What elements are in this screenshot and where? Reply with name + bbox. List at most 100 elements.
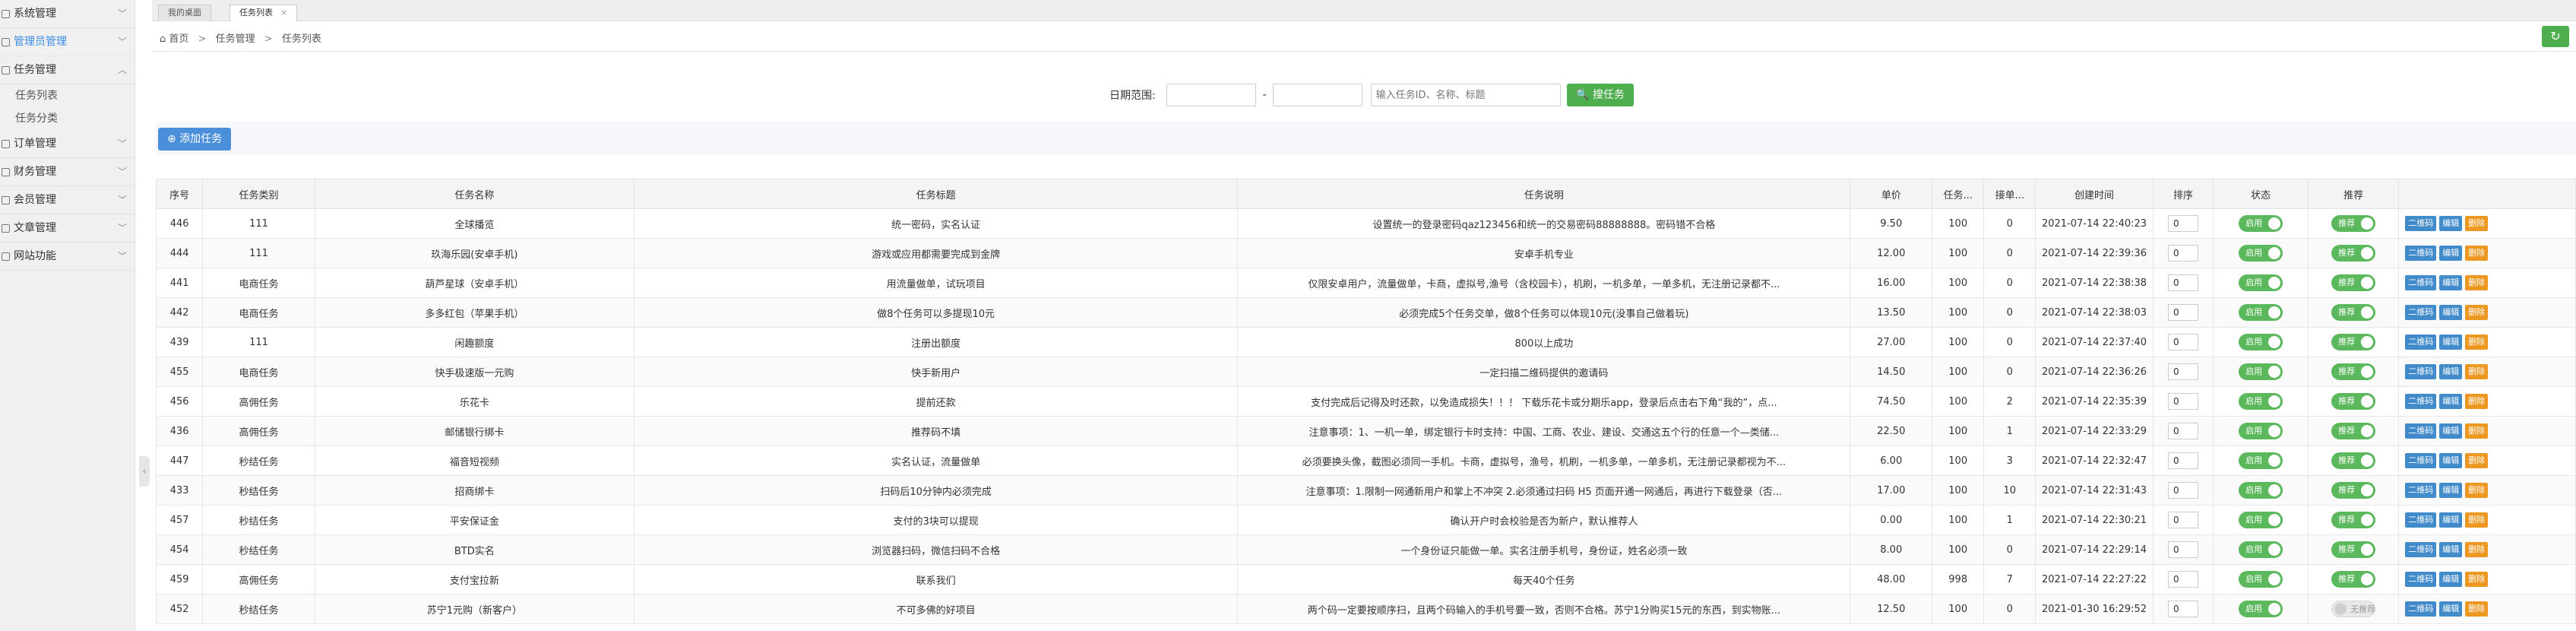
- edit-button[interactable]: 编辑: [2439, 305, 2463, 320]
- sort-input[interactable]: 0: [2167, 482, 2198, 499]
- status-toggle[interactable]: 启用: [2239, 393, 2283, 410]
- recommend-toggle[interactable]: 推荐: [2331, 452, 2376, 469]
- delete-button[interactable]: 删除: [2465, 394, 2489, 409]
- status-toggle[interactable]: 启用: [2239, 215, 2283, 232]
- recommend-toggle[interactable]: 推荐: [2331, 274, 2376, 291]
- recommend-toggle[interactable]: 推荐: [2331, 245, 2376, 262]
- recommend-toggle[interactable]: 推荐: [2331, 393, 2376, 410]
- sort-input[interactable]: 0: [2167, 512, 2198, 528]
- breadcrumb-level1[interactable]: 任务管理: [216, 33, 255, 45]
- qrcode-button[interactable]: 二维码: [2405, 483, 2437, 498]
- sort-input[interactable]: 0: [2167, 571, 2198, 588]
- recommend-toggle[interactable]: 推荐: [2331, 423, 2376, 439]
- status-toggle[interactable]: 启用: [2239, 245, 2283, 262]
- add-task-button[interactable]: ⊕ 添加任务: [158, 128, 232, 151]
- status-toggle[interactable]: 启用: [2239, 363, 2283, 380]
- edit-button[interactable]: 编辑: [2439, 572, 2463, 587]
- delete-button[interactable]: 删除: [2465, 572, 2489, 587]
- sort-input[interactable]: 0: [2167, 541, 2198, 558]
- sidebar-item[interactable]: 财务管理 ﹀: [0, 158, 134, 186]
- edit-button[interactable]: 编辑: [2439, 216, 2463, 231]
- qrcode-button[interactable]: 二维码: [2405, 512, 2437, 528]
- sidebar-item[interactable]: 管理员管理 ﹀: [0, 28, 134, 56]
- edit-button[interactable]: 编辑: [2439, 512, 2463, 528]
- delete-button[interactable]: 删除: [2465, 483, 2489, 498]
- date-start-input[interactable]: [1166, 84, 1257, 106]
- refresh-button[interactable]: ↻: [2542, 26, 2569, 47]
- status-toggle[interactable]: 启用: [2239, 601, 2283, 617]
- status-toggle[interactable]: 启用: [2239, 541, 2283, 558]
- sort-input[interactable]: 0: [2167, 304, 2198, 321]
- recommend-toggle[interactable]: 推荐: [2331, 571, 2376, 588]
- qrcode-button[interactable]: 二维码: [2405, 542, 2437, 557]
- sidebar-subitem[interactable]: 任务列表: [0, 84, 134, 107]
- delete-button[interactable]: 删除: [2465, 364, 2489, 379]
- edit-button[interactable]: 编辑: [2439, 453, 2463, 468]
- status-toggle[interactable]: 启用: [2239, 423, 2283, 439]
- status-toggle[interactable]: 启用: [2239, 334, 2283, 350]
- status-toggle[interactable]: 启用: [2239, 571, 2283, 588]
- sidebar-item[interactable]: 文章管理 ﹀: [0, 214, 134, 243]
- qrcode-button[interactable]: 二维码: [2405, 246, 2437, 261]
- sort-input[interactable]: 0: [2167, 393, 2198, 410]
- delete-button[interactable]: 删除: [2465, 542, 2489, 557]
- recommend-toggle[interactable]: 推荐: [2331, 482, 2376, 499]
- breadcrumb-home[interactable]: 首页: [169, 33, 188, 45]
- sidebar-item[interactable]: 订单管理 ﹀: [0, 130, 134, 158]
- sort-input[interactable]: 0: [2167, 245, 2198, 262]
- status-toggle[interactable]: 启用: [2239, 482, 2283, 499]
- sort-input[interactable]: 0: [2167, 363, 2198, 380]
- recommend-toggle[interactable]: 推荐: [2331, 512, 2376, 528]
- qrcode-button[interactable]: 二维码: [2405, 335, 2437, 350]
- search-input[interactable]: [1370, 84, 1561, 106]
- status-toggle[interactable]: 启用: [2239, 452, 2283, 469]
- sidebar-item[interactable]: 任务管理 ︿: [0, 56, 134, 84]
- sidebar-item[interactable]: 网站功能 ﹀: [0, 243, 134, 271]
- tab-desktop[interactable]: 我的桌面: [158, 5, 211, 21]
- edit-button[interactable]: 编辑: [2439, 483, 2463, 498]
- qrcode-button[interactable]: 二维码: [2405, 453, 2437, 468]
- status-toggle[interactable]: 启用: [2239, 512, 2283, 528]
- close-icon[interactable]: ×: [280, 8, 287, 17]
- delete-button[interactable]: 删除: [2465, 453, 2489, 468]
- edit-button[interactable]: 编辑: [2439, 423, 2463, 439]
- edit-button[interactable]: 编辑: [2439, 542, 2463, 557]
- sort-input[interactable]: 0: [2167, 452, 2198, 469]
- sort-input[interactable]: 0: [2167, 274, 2198, 291]
- recommend-toggle[interactable]: 推荐: [2331, 215, 2376, 232]
- qrcode-button[interactable]: 二维码: [2405, 275, 2437, 290]
- qrcode-button[interactable]: 二维码: [2405, 305, 2437, 320]
- date-end-input[interactable]: [1273, 84, 1363, 106]
- qrcode-button[interactable]: 二维码: [2405, 423, 2437, 439]
- edit-button[interactable]: 编辑: [2439, 275, 2463, 290]
- recommend-toggle[interactable]: 推荐: [2331, 334, 2376, 350]
- tab-task-list[interactable]: 任务列表 ×: [229, 5, 298, 21]
- sort-input[interactable]: 0: [2167, 601, 2198, 617]
- delete-button[interactable]: 删除: [2465, 601, 2489, 617]
- search-button[interactable]: 🔍 搜任务: [1567, 84, 1634, 106]
- delete-button[interactable]: 删除: [2465, 512, 2489, 528]
- edit-button[interactable]: 编辑: [2439, 364, 2463, 379]
- sort-input[interactable]: 0: [2167, 334, 2198, 350]
- delete-button[interactable]: 删除: [2465, 423, 2489, 439]
- qrcode-button[interactable]: 二维码: [2405, 572, 2437, 587]
- delete-button[interactable]: 删除: [2465, 216, 2489, 231]
- qrcode-button[interactable]: 二维码: [2405, 601, 2437, 617]
- recommend-toggle[interactable]: 推荐: [2331, 363, 2376, 380]
- qrcode-button[interactable]: 二维码: [2405, 364, 2437, 379]
- recommend-toggle[interactable]: 推荐: [2331, 304, 2376, 321]
- edit-button[interactable]: 编辑: [2439, 394, 2463, 409]
- qrcode-button[interactable]: 二维码: [2405, 394, 2437, 409]
- edit-button[interactable]: 编辑: [2439, 246, 2463, 261]
- recommend-toggle[interactable]: 推荐: [2331, 541, 2376, 558]
- sort-input[interactable]: 0: [2167, 423, 2198, 439]
- sidebar-item[interactable]: 会员管理 ﹀: [0, 186, 134, 214]
- status-toggle[interactable]: 启用: [2239, 274, 2283, 291]
- delete-button[interactable]: 删除: [2465, 275, 2489, 290]
- edit-button[interactable]: 编辑: [2439, 601, 2463, 617]
- sidebar-subitem[interactable]: 任务分类: [0, 107, 134, 130]
- status-toggle[interactable]: 启用: [2239, 304, 2283, 321]
- recommend-toggle[interactable]: 无推荐: [2331, 601, 2376, 617]
- delete-button[interactable]: 删除: [2465, 335, 2489, 350]
- delete-button[interactable]: 删除: [2465, 305, 2489, 320]
